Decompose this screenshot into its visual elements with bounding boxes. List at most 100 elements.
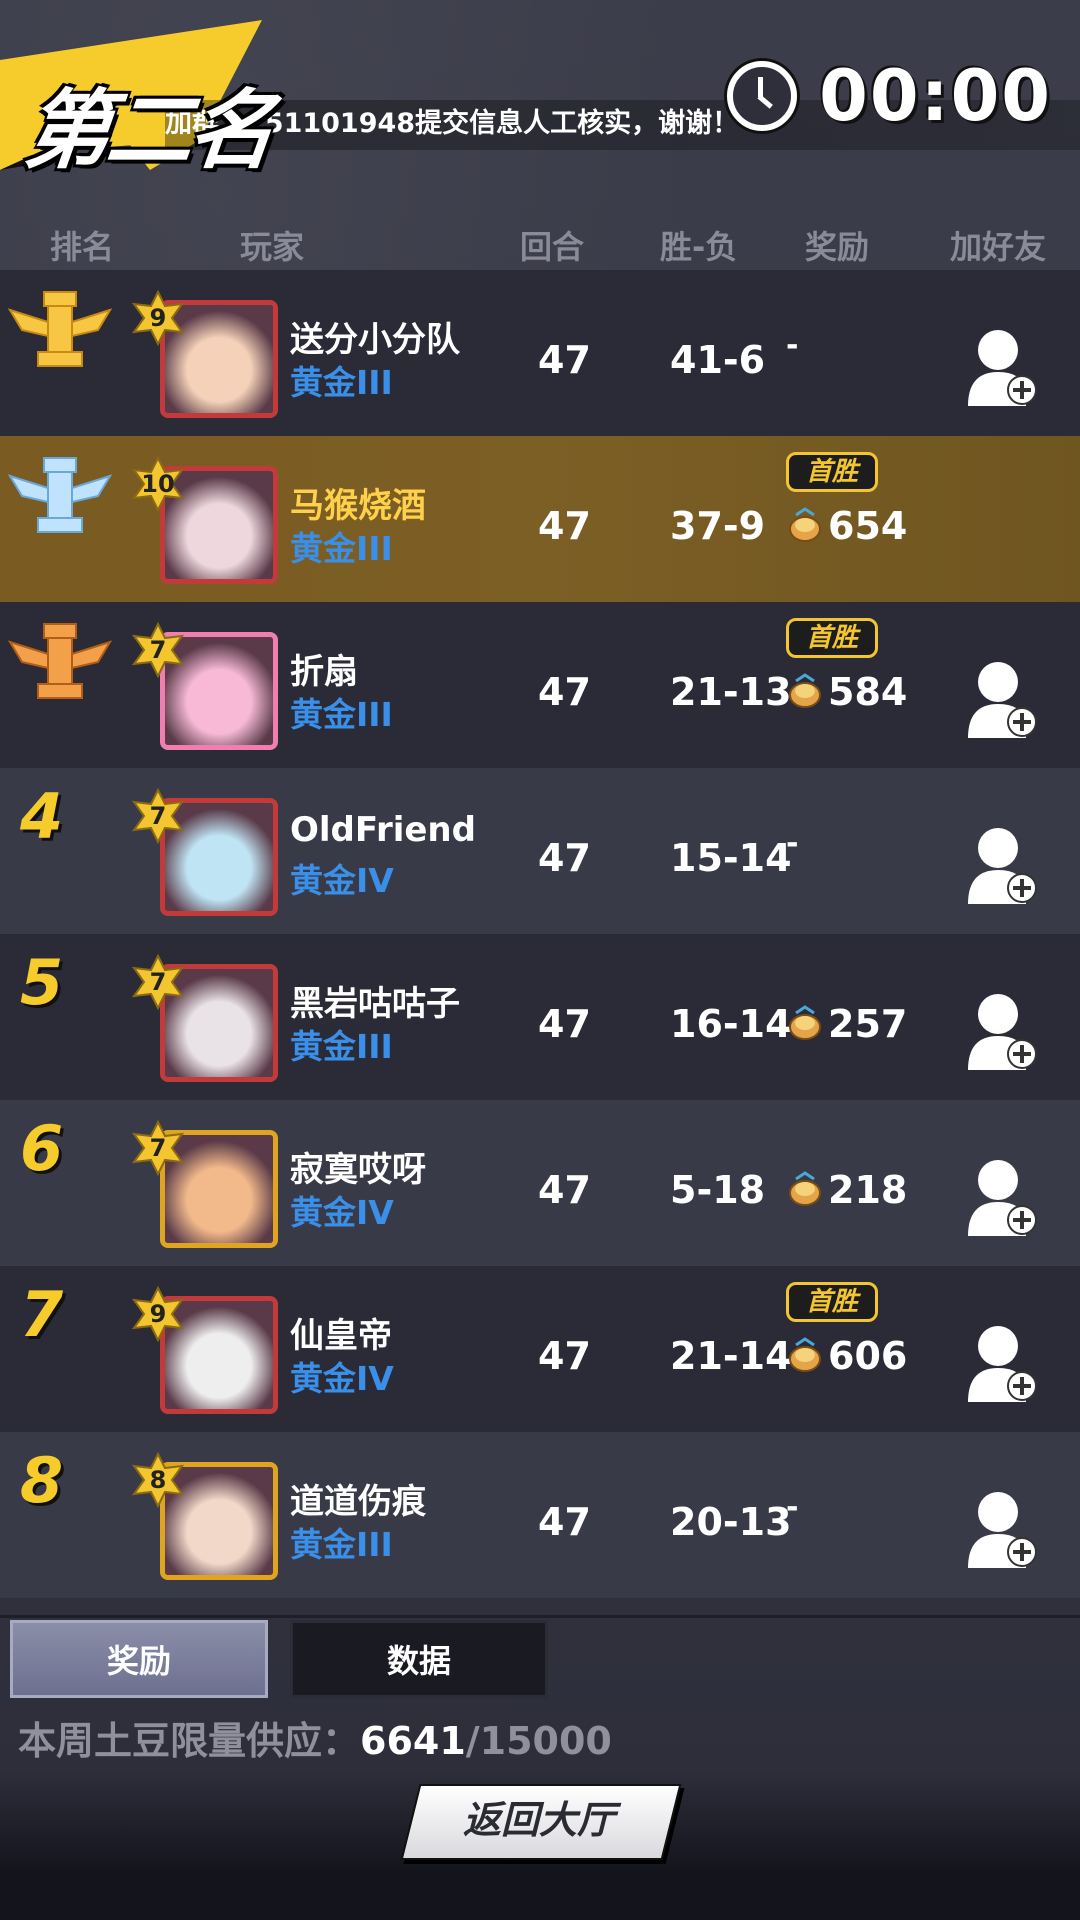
player-name: OldFriend [290, 810, 476, 850]
add-friend-icon[interactable] [968, 1490, 1040, 1570]
reward: 606 [786, 1332, 907, 1380]
level-number: 7 [149, 636, 167, 664]
level-number: 9 [149, 1300, 167, 1328]
timer: 00:00 [727, 55, 1052, 137]
add-friend-icon[interactable] [968, 1158, 1040, 1238]
rounds: 47 [538, 1334, 591, 1378]
player-tier: 黄金III [290, 1525, 393, 1564]
table-row: 7 9 仙皇帝 黄金IV 47 21-14 606 首胜 [0, 1266, 1080, 1432]
rank-number: 7 [20, 1278, 64, 1351]
level-badge: 9 [130, 290, 186, 346]
player-name: 道道伤痕 [290, 1482, 426, 1522]
player-name: 马猴烧酒 [290, 486, 426, 526]
level-number: 7 [149, 968, 167, 996]
level-badge: 7 [130, 788, 186, 844]
win-loss: 16-14 [670, 1002, 792, 1046]
first-win-badge: 首胜 [786, 452, 878, 492]
col-player: 玩家 [240, 228, 305, 266]
player-name: 仙皇帝 [290, 1316, 392, 1356]
reward: 218 [786, 1166, 907, 1214]
silver-trophy-icon [8, 457, 112, 533]
table-row: 7 折扇 黄金III 47 21-13 584 首胜 [0, 602, 1080, 768]
reward: 654 [786, 502, 907, 550]
level-badge: 8 [130, 1452, 186, 1508]
rounds: 47 [538, 338, 591, 382]
win-loss: 37-9 [670, 504, 766, 548]
level-badge: 7 [130, 954, 186, 1010]
potato-coin-icon [789, 673, 821, 708]
level-number: 10 [141, 470, 175, 498]
player-name: 寂寞哎呀 [290, 1150, 426, 1190]
col-add-friend: 加好友 [950, 228, 1047, 266]
table-row: 10 马猴烧酒 黄金III 47 37-9 654 首胜 [0, 436, 1080, 602]
player-tier: 黄金IV [290, 1359, 394, 1398]
gold-trophy-icon [8, 291, 112, 367]
col-rounds: 回合 [520, 228, 585, 266]
tab-reward[interactable]: 奖励 [10, 1620, 268, 1698]
level-number: 7 [149, 802, 167, 830]
divider [0, 1615, 1080, 1618]
reward: 257 [786, 1000, 907, 1048]
rounds: 47 [538, 504, 591, 548]
rank-number: 8 [20, 1444, 64, 1517]
player-name: 黑岩咕咕子 [290, 984, 460, 1024]
first-win-badge: 首胜 [786, 618, 878, 658]
timer-text: 00:00 [819, 55, 1052, 137]
potato-coin-icon [789, 1171, 821, 1206]
player-tier: 黄金III [290, 529, 393, 568]
col-reward: 奖励 [805, 228, 870, 266]
potato-coin-icon [789, 1005, 821, 1040]
reward-amount: 257 [828, 1002, 908, 1046]
level-badge: 10 [130, 456, 186, 512]
rounds: 47 [538, 1002, 591, 1046]
reward-none: - [786, 826, 799, 861]
add-friend-icon[interactable] [968, 826, 1040, 906]
player-tier: 黄金III [290, 1027, 393, 1066]
rank-number: 6 [20, 1112, 64, 1185]
rounds: 47 [538, 1168, 591, 1212]
win-loss: 15-14 [670, 836, 792, 880]
player-tier: 黄金III [290, 363, 393, 402]
player-name: 送分小分队 [290, 320, 460, 360]
add-friend-icon[interactable] [968, 1324, 1040, 1404]
reward-none: - [786, 1490, 799, 1525]
supply-current: 6641 [360, 1719, 466, 1763]
table-row: 8 8 道道伤痕 黄金III 47 20-13- [0, 1432, 1080, 1598]
level-number: 8 [149, 1466, 167, 1494]
rounds: 47 [538, 1500, 591, 1544]
reward: 584 [786, 668, 907, 716]
potato-coin-icon [789, 1337, 821, 1372]
return-lobby-label[interactable]: 返回大厅 [410, 1784, 668, 1856]
supply-total: /15000 [465, 1719, 612, 1763]
reward-amount: 654 [828, 504, 908, 548]
add-friend-icon[interactable] [968, 660, 1040, 740]
table-row: 5 7 黑岩咕咕子 黄金III 47 16-14 257 [0, 934, 1080, 1100]
bronze-trophy-icon [8, 623, 112, 699]
add-friend-icon[interactable] [968, 328, 1040, 408]
supply-label: 本周土豆限量供应： [18, 1719, 361, 1763]
level-badge: 9 [130, 1286, 186, 1342]
win-loss: 21-14 [670, 1334, 792, 1378]
win-loss: 21-13 [670, 670, 792, 714]
win-loss: 5-18 [670, 1168, 766, 1212]
table-row: 9 送分小分队 黄金III 47 41-6- [0, 270, 1080, 436]
win-loss: 20-13 [670, 1500, 792, 1544]
level-number: 7 [149, 1134, 167, 1162]
player-tier: 黄金III [290, 695, 393, 734]
col-win-loss: 胜-负 [660, 228, 738, 266]
col-rank: 排名 [50, 228, 115, 266]
rounds: 47 [538, 836, 591, 880]
level-badge: 7 [130, 622, 186, 678]
reward-amount: 218 [828, 1168, 908, 1212]
table-row: 4 7 OldFriend 黄金IV 47 15-14- [0, 768, 1080, 934]
add-friend-icon[interactable] [968, 992, 1040, 1072]
reward-none: - [786, 328, 799, 363]
level-number: 9 [149, 304, 167, 332]
win-loss: 41-6 [670, 338, 766, 382]
table-row: 6 7 寂寞哎呀 黄金IV 47 5-18 218 [0, 1100, 1080, 1266]
tab-data[interactable]: 数据 [290, 1620, 548, 1698]
potato-coin-icon [789, 507, 821, 542]
rank-title: 第二名 [19, 81, 277, 181]
reward-amount: 584 [828, 670, 908, 714]
rank-number: 4 [20, 780, 64, 853]
